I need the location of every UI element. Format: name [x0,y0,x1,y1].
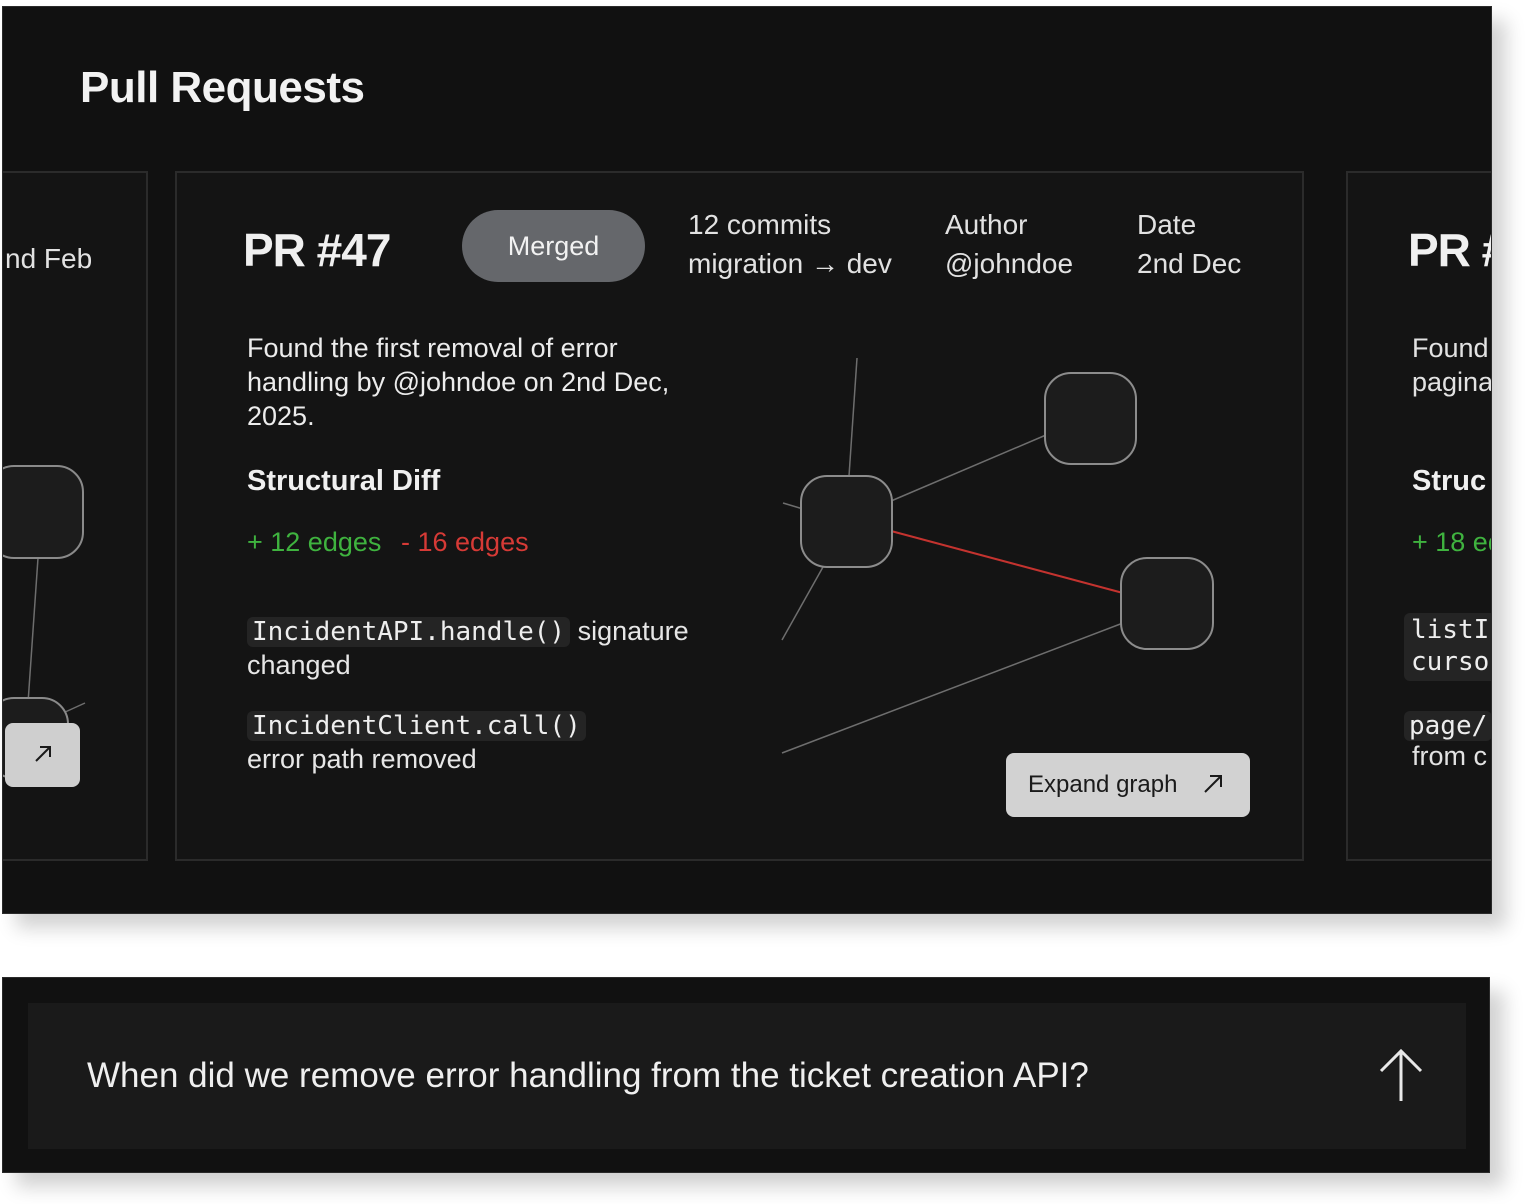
send-button[interactable] [1373,1045,1429,1105]
graph-node [1044,372,1137,465]
graph-node [1120,557,1214,650]
chat-input-box [28,1003,1466,1149]
arrow-up-right-icon [35,746,51,762]
code-symbol: curso [1411,647,1490,677]
chat-input[interactable] [85,1045,1289,1107]
pr-card-next[interactable]: PR # Found pagina Struc + 18 ed listI cu… [1346,171,1492,861]
pr-card[interactable]: PR #47 Merged 12 commits migration → dev… [175,171,1304,861]
code-symbol: page/ [1404,711,1491,741]
pr-summary-line: pagina [1412,367,1492,397]
arrow-up-icon [1379,1048,1423,1101]
change-description: from c [1412,741,1488,771]
expand-graph-label: Expand graph [1028,771,1178,798]
code-symbol: listI [1411,615,1490,645]
pull-requests-panel: Pull Requests nd Feb PR #47 Merged 12 co… [2,6,1492,914]
expand-graph-button[interactable]: Expand graph [1006,753,1250,817]
graph-node [3,465,84,559]
code-block: listI curso [1404,613,1491,681]
graph-edge [781,622,1124,754]
graph-edge [890,434,1047,502]
edges-added: + 18 ed [1412,527,1491,557]
diff-heading: Struc [1412,465,1487,497]
pr-number: PR # [1408,224,1491,276]
panel-title: Pull Requests [80,63,365,112]
graph-edge [781,566,824,641]
graph-edge-removed [890,530,1124,594]
graph-node [800,475,893,568]
chat-panel [2,977,1490,1173]
pr-card-previous[interactable]: nd Feb [3,171,148,861]
expand-graph-button[interactable] [5,723,80,787]
pr-summary-line: Found [1412,333,1489,363]
graph-edge [848,357,858,477]
arrow-up-right-icon [1204,775,1222,793]
